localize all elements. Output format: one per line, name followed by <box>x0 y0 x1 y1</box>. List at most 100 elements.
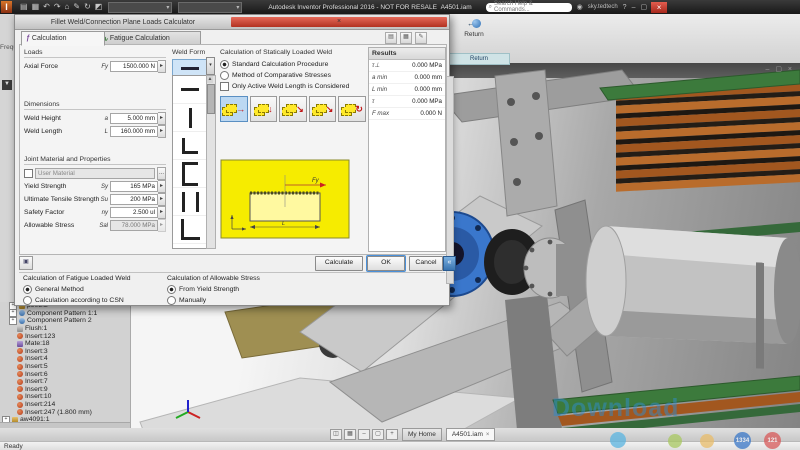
tree-item[interactable]: Mate:18 <box>0 340 130 348</box>
material-browse-button[interactable]: ... <box>157 167 166 180</box>
tree-item[interactable]: Flush:1 <box>0 325 130 333</box>
weld-height-flyout-icon[interactable]: ▸ <box>158 112 166 125</box>
radio-icon[interactable] <box>220 60 229 69</box>
weld-shape-double[interactable] <box>173 188 207 216</box>
minus-icon[interactable]: – <box>358 429 370 440</box>
option-csn-method[interactable]: Calculation according to CSN <box>23 295 153 306</box>
radio-icon[interactable] <box>167 296 176 305</box>
viewport-window-controls[interactable]: – ▢ × <box>766 65 794 73</box>
summary-icon[interactable]: ▤ <box>385 32 397 44</box>
ok-button[interactable]: OK <box>367 256 405 271</box>
load-type-button-4[interactable]: ↘ <box>309 96 337 122</box>
weld-height-input[interactable]: 5.000 mm <box>110 113 158 124</box>
calculator-icon[interactable]: ✎ <box>415 32 427 44</box>
weld-length-input[interactable]: 160.000 mm <box>110 126 158 137</box>
weld-shape-vline[interactable] <box>173 104 207 132</box>
save-icon[interactable]: ▦ <box>32 1 40 13</box>
option-manually[interactable]: Manually <box>167 295 307 306</box>
cancel-button[interactable]: Cancel <box>409 256 443 271</box>
toggle-details-icon[interactable]: ▣ <box>19 256 33 270</box>
tree-item[interactable]: Insert:5 <box>0 363 130 371</box>
radio-icon[interactable] <box>167 285 176 294</box>
dialog-close-icon[interactable]: × <box>231 17 447 27</box>
tab-document[interactable]: A4501.iam× <box>446 428 496 441</box>
weld-list-scrollbar[interactable]: ▲ <box>206 75 216 249</box>
tree-item[interactable]: Insert:247 (1.800 mm) <box>0 408 130 416</box>
tree-item[interactable]: Insert:3 <box>0 348 130 356</box>
material-combo[interactable]: ▾ <box>108 2 172 13</box>
open-icon[interactable]: ▤ <box>20 1 28 13</box>
weld-length-flyout-icon[interactable]: ▸ <box>158 125 166 138</box>
weld-shape-corner[interactable] <box>173 132 207 160</box>
scroll-up-icon[interactable]: ▲ <box>207 76 213 83</box>
redo-icon[interactable]: ↷ <box>54 1 61 13</box>
radio-icon[interactable] <box>220 71 229 80</box>
tab-my-home[interactable]: My Home <box>402 428 442 441</box>
safety-factor-flyout-icon[interactable]: ▸ <box>158 206 166 219</box>
pane-icon[interactable]: ◫ <box>330 429 342 440</box>
load-type-button-2[interactable]: ↓ <box>250 96 278 122</box>
tree-item[interactable]: Insert:214 <box>0 401 130 409</box>
maximize-icon[interactable]: ▢ <box>640 3 647 11</box>
user-material-checkbox[interactable] <box>24 169 33 178</box>
tree-item[interactable]: Insert:10 <box>0 393 130 401</box>
grid-icon[interactable]: ▦ <box>344 429 356 440</box>
help-icon[interactable]: ? <box>623 4 627 11</box>
tree-item[interactable]: Insert:4 <box>0 355 130 363</box>
sign-in-icon[interactable]: ◉ <box>577 3 583 11</box>
collapse-chevron-button[interactable]: « <box>443 256 456 271</box>
load-type-button-5[interactable]: ↻ <box>338 96 366 122</box>
browser-filter-icon[interactable]: ▼ <box>2 80 12 90</box>
appearance-combo[interactable]: ▾ <box>178 2 242 13</box>
undo-icon[interactable]: ↶ <box>43 1 50 13</box>
radio-icon[interactable] <box>23 296 32 305</box>
update-icon[interactable]: ↻ <box>84 1 91 13</box>
inventor-logo-icon[interactable]: I <box>1 1 12 13</box>
ribbon-panel-return[interactable]: Return <box>448 53 510 65</box>
calculate-button[interactable]: Calculate <box>315 256 363 271</box>
weld-form-list[interactable] <box>172 75 208 249</box>
yield-strength-flyout-icon[interactable]: ▸ <box>158 180 166 193</box>
account-label[interactable]: sky.tedtech <box>588 4 618 10</box>
option-standard-procedure[interactable]: Standard Calculation Procedure <box>220 59 366 70</box>
weld-shape-channel[interactable] <box>173 160 207 188</box>
ultimate-strength-flyout-icon[interactable]: ▸ <box>158 193 166 206</box>
expand-icon[interactable]: + <box>9 317 17 325</box>
chevron-down-icon[interactable]: ▾ <box>206 57 215 75</box>
square-icon[interactable]: ▢ <box>372 429 384 440</box>
return-button[interactable]: ← Return <box>456 18 492 54</box>
sketch-icon[interactable]: ✎ <box>73 1 80 13</box>
option-comparative-stresses[interactable]: Method of Comparative Stresses <box>220 70 366 81</box>
home-icon[interactable]: ⌂ <box>65 1 70 13</box>
option-from-yield-strength[interactable]: From Yield Strength <box>167 284 307 295</box>
checkbox-icon[interactable] <box>220 82 229 91</box>
weld-shape-tee[interactable] <box>173 216 207 244</box>
yield-strength-input[interactable]: 165 MPa <box>110 181 158 192</box>
tree-item[interactable]: +Component Pattern 2 <box>0 317 130 325</box>
close-icon[interactable]: × <box>651 2 667 13</box>
search-input[interactable]: ⌕Search Help & Commands... <box>486 3 572 12</box>
dialog-scrollbar[interactable] <box>446 76 454 284</box>
tree-item[interactable]: +Component Pattern 1:1 <box>0 310 130 318</box>
user-material-field[interactable]: User Material <box>35 168 155 179</box>
option-general-method[interactable]: General Method <box>23 284 153 295</box>
weld-shape-hline[interactable] <box>173 76 207 104</box>
axial-force-flyout-icon[interactable]: ▸ <box>158 60 166 73</box>
table-icon[interactable]: ▦ <box>400 32 412 44</box>
dialog-titlebar[interactable]: Fillet Weld/Connection Plane Loads Calcu… <box>15 15 449 30</box>
plus-icon[interactable]: + <box>386 429 398 440</box>
tree-item[interactable]: Insert:123 <box>0 332 130 340</box>
minimize-icon[interactable]: – <box>632 4 636 11</box>
axial-force-input[interactable]: 1500.000 N <box>110 61 158 72</box>
load-type-button-3[interactable]: ↘ <box>279 96 307 122</box>
select-icon[interactable]: ◩ <box>95 1 103 13</box>
load-type-button-1[interactable]: → <box>220 96 248 122</box>
tab-calculation[interactable]: ƒ Calculation <box>21 31 105 46</box>
safety-factor-input[interactable]: 2.500 ul <box>110 207 158 218</box>
tree-item[interactable]: Insert:9 <box>0 386 130 394</box>
tree-item[interactable]: Insert:6 <box>0 370 130 378</box>
tree-item[interactable]: Insert:7 <box>0 378 130 386</box>
radio-icon[interactable] <box>23 285 32 294</box>
option-active-weld-length[interactable]: Only Active Weld Length is Considered <box>220 81 366 92</box>
ultimate-strength-input[interactable]: 200 MPa <box>110 194 158 205</box>
